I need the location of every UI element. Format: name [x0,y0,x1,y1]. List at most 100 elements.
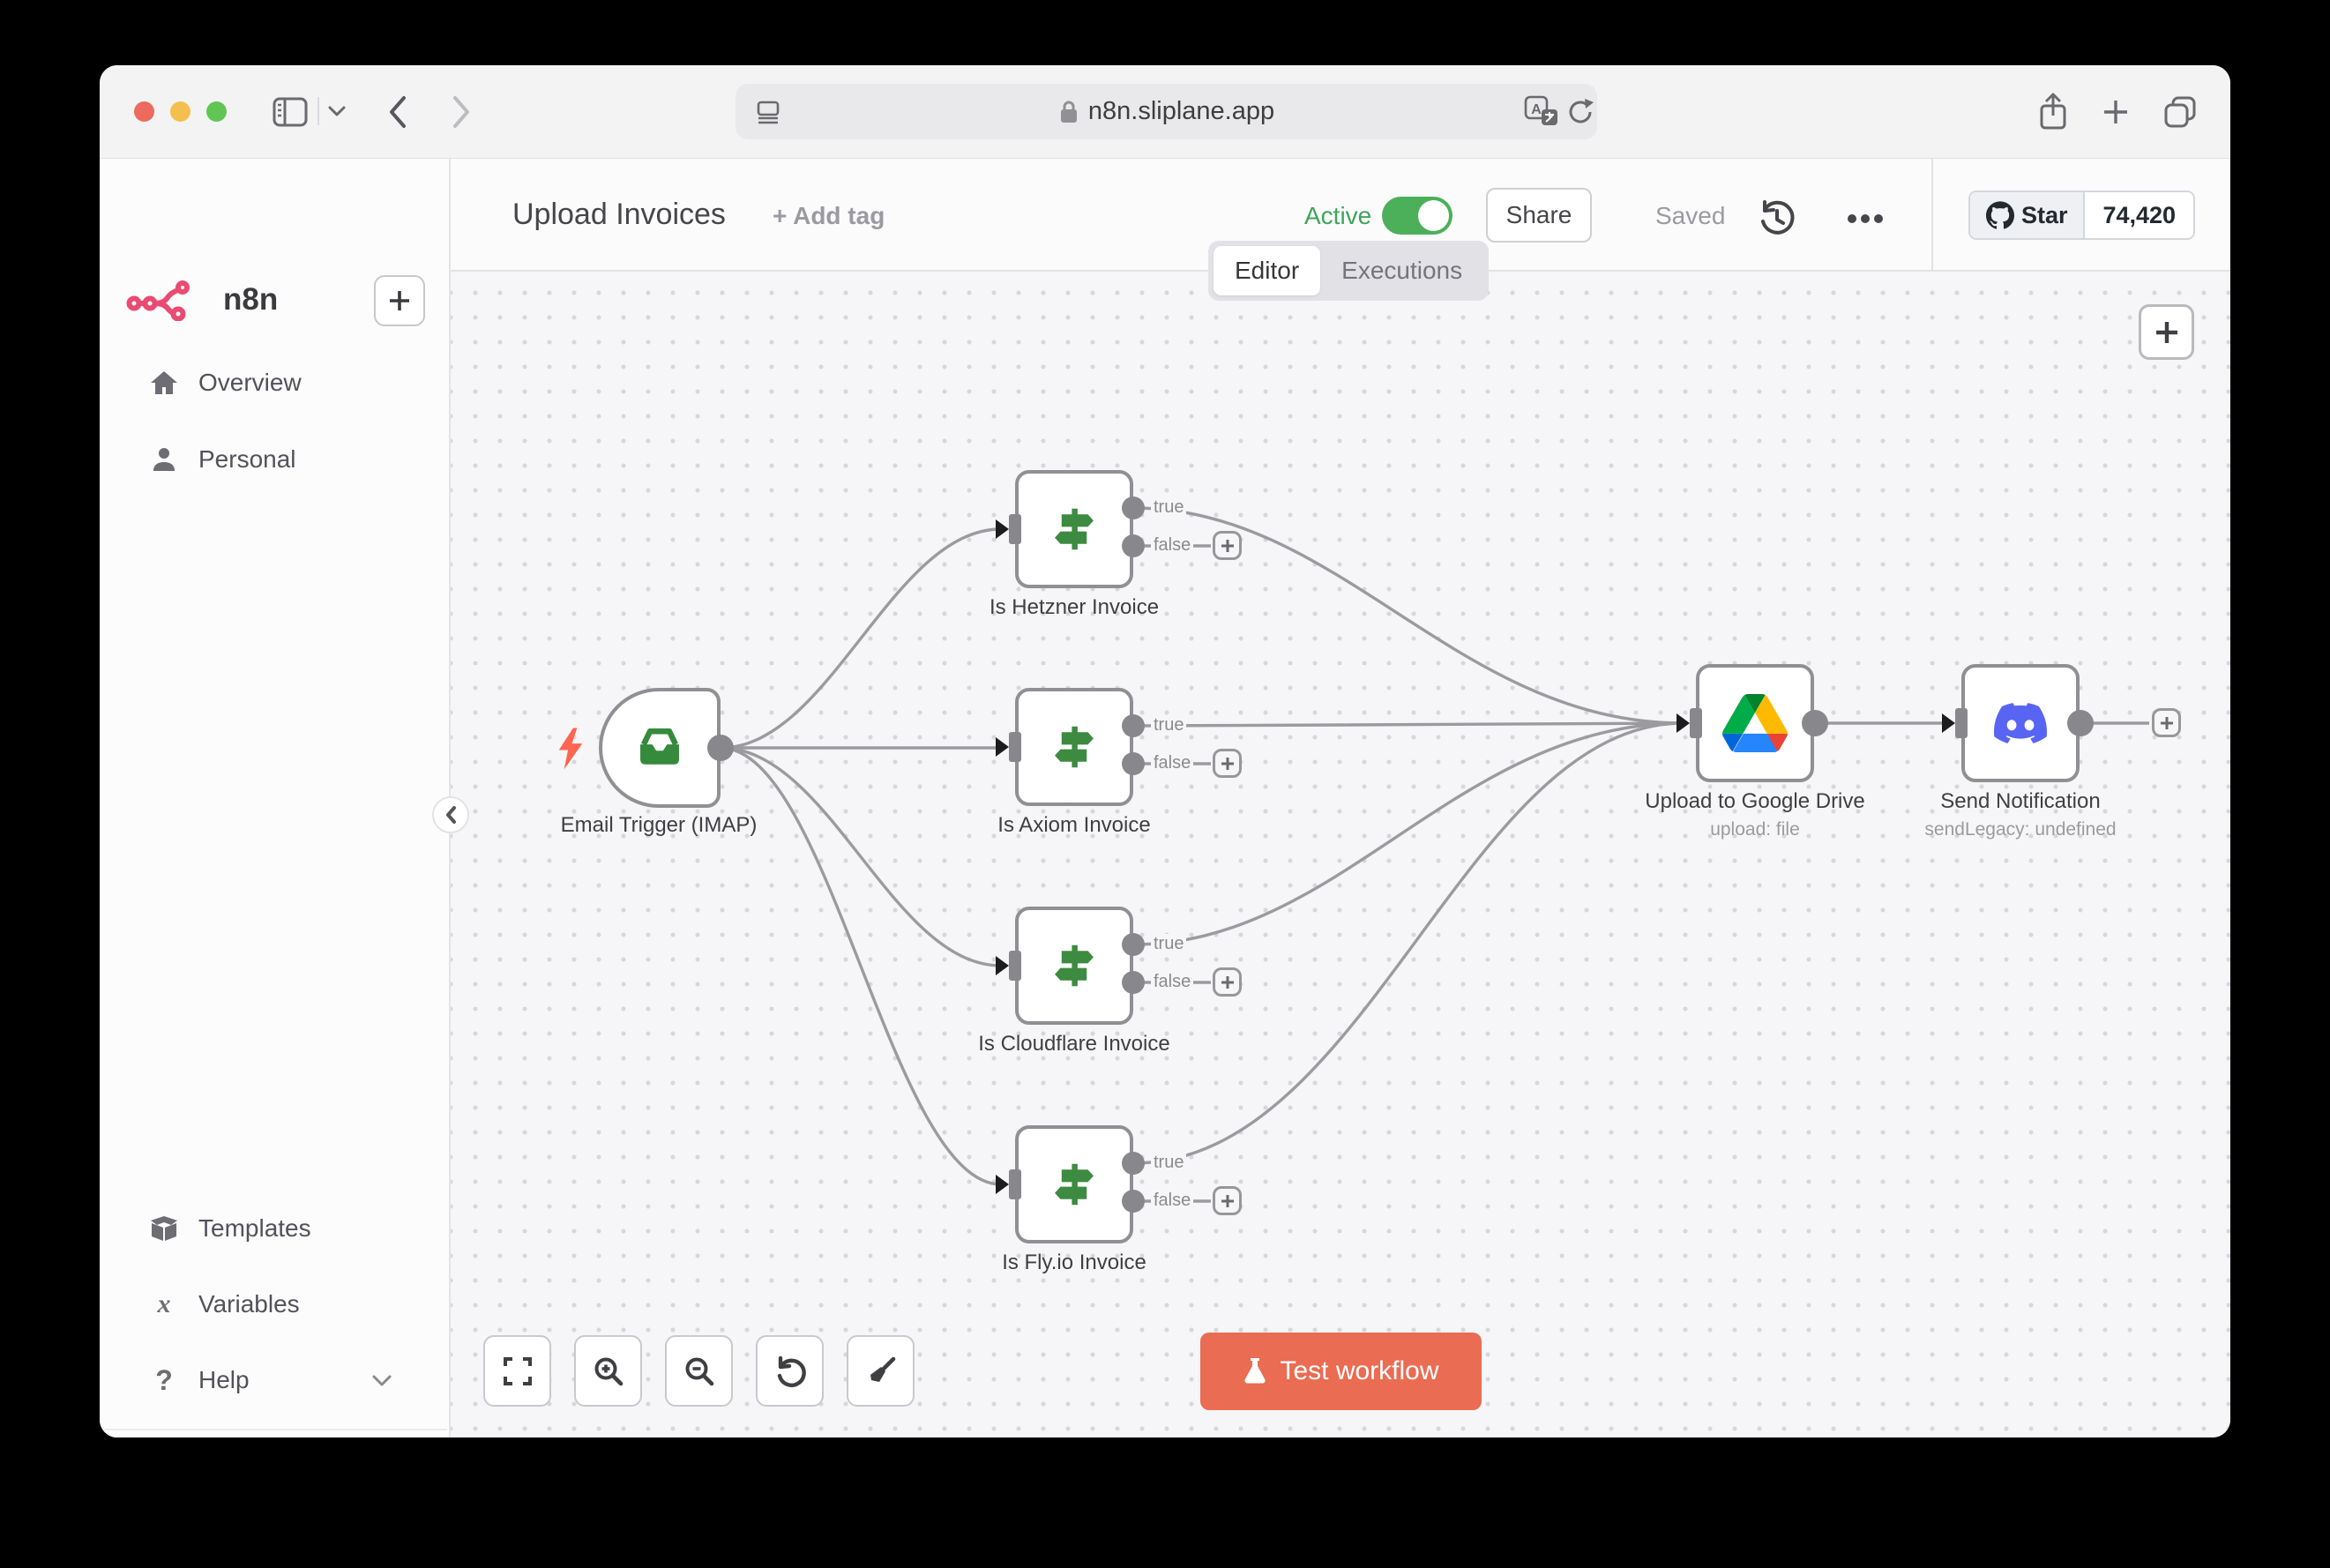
port-label-true: true [1151,497,1186,518]
share-up-icon [2038,93,2068,131]
share-label: Share [1506,201,1572,229]
brand-name: n8n [223,282,278,317]
sidebar-item-help[interactable]: ? Help [100,1352,449,1408]
workflow-menu-button[interactable] [1841,198,1890,239]
sidebar-item-templates[interactable]: Templates [100,1200,449,1257]
port-label-false: false [1151,753,1193,773]
back-button[interactable] [382,93,414,131]
sidebar-item-variables[interactable]: x Variables [100,1276,449,1333]
sidebar-item-overview[interactable]: Overview [100,355,449,411]
share-button[interactable]: Share [1486,188,1592,243]
add-tag-button[interactable]: + Add tag [773,202,885,230]
new-tab-button[interactable] [2096,93,2135,131]
plus-icon [2101,97,2131,127]
workflow-history-button[interactable] [1752,194,1802,243]
close-window-button[interactable] [134,101,154,122]
forward-button[interactable] [445,93,477,131]
add-node-button[interactable] [1213,749,1242,778]
variable-x-icon: x [149,1291,179,1318]
reset-zoom-button[interactable] [756,1335,824,1407]
plus-icon [1220,1193,1236,1209]
sidebar-item-personal[interactable]: Personal [100,431,449,488]
port-label-true: true [1151,715,1186,735]
flask-icon [1243,1357,1267,1385]
n8n-logo-icon [126,280,197,321]
port-label-true: true [1151,1153,1186,1173]
person-icon [149,446,179,473]
github-section: Star 74,420 [1931,159,2230,272]
svg-text:A: A [1531,102,1542,117]
add-node-button[interactable] [1213,531,1242,560]
star-count: 74,420 [2102,202,2176,229]
sidebar-item-label: Personal [198,445,296,474]
browser-toolbar: n8n.sliplane.app A [100,65,2230,159]
zoom-out-button[interactable] [665,1335,733,1407]
github-star-button[interactable]: Star [1970,192,2086,238]
chevron-right-icon [451,94,472,130]
sidebar-item-label: Help [198,1366,250,1394]
tab-overview-button[interactable] [2160,92,2200,132]
lock-icon [1058,99,1079,125]
zoom-to-fit-button[interactable] [483,1335,551,1407]
plus-icon [2159,715,2175,731]
maximize-window-button[interactable] [206,101,227,122]
node-label: Send Notification [1871,789,2170,814]
tabs-icon [2162,94,2198,130]
plus-icon [387,288,412,313]
chevron-left-icon [387,94,408,130]
plus-icon [1220,756,1236,772]
url-text: n8n.sliplane.app [1088,97,1274,126]
sidebar-toggle-icon [273,97,308,127]
sidebar-item-label: Templates [198,1214,311,1243]
user-menu[interactable]: JS Jonas Scholz [100,1430,447,1437]
test-workflow-button[interactable]: Test workflow [1200,1333,1482,1410]
sidebar-options-chevron[interactable] [325,102,349,120]
saved-status: Saved [1655,202,1725,230]
active-label: Active [1304,202,1371,230]
zoom-in-button[interactable] [574,1335,642,1407]
undo-icon [773,1355,807,1388]
add-node-button[interactable] [1213,1186,1242,1215]
browser-window: n8n.sliplane.app A [100,65,2230,1437]
plus-icon [1220,974,1236,990]
node-sublabel: upload: file [1605,819,1905,840]
ellipsis-icon [1846,213,1885,224]
question-mark-icon: ? [149,1366,179,1394]
node-label: Is Cloudflare Invoice [924,1032,1224,1057]
tab-executions[interactable]: Executions [1320,246,1483,295]
browser-sidebar-toggle-button[interactable] [271,93,310,131]
star-label: Star [2021,202,2068,229]
workflow-title[interactable]: Upload Invoices [512,198,726,232]
sidebar-item-label: Variables [198,1290,300,1318]
chevron-down-icon [327,105,347,117]
node-label: Upload to Google Drive [1605,789,1905,814]
zoom-in-icon [592,1355,625,1388]
svg-text:?: ? [155,1366,173,1394]
translate-button[interactable]: A [1522,94,1561,130]
toggle-knob [1418,200,1449,231]
minimize-window-button[interactable] [170,101,190,122]
tab-editor[interactable]: Editor [1214,246,1320,295]
app-sidebar: n8n Overview Personal [100,159,451,1437]
address-bar[interactable]: n8n.sliplane.app A [736,84,1597,139]
active-toggle[interactable] [1382,197,1453,235]
plus-icon [1220,538,1236,554]
add-workflow-button[interactable] [374,275,425,326]
zoom-out-icon [683,1355,716,1388]
fit-view-icon [501,1355,534,1388]
github-star-count[interactable]: 74,420 [2085,192,2193,238]
workflow-canvas[interactable]: true false true false true false true fa… [451,272,2230,1437]
canvas-add-node-button[interactable] [2139,304,2194,360]
add-node-button[interactable] [1213,967,1242,997]
sidebar-collapse-button[interactable] [432,796,469,833]
reload-button[interactable] [1565,95,1596,129]
chevron-down-icon [371,1374,392,1387]
node-sublabel: sendLegacy: undefined [1871,819,2170,840]
trigger-bolt-icon [555,727,586,771]
browser-share-button[interactable] [2033,91,2073,133]
sidebar-item-label: Overview [198,369,302,397]
tidy-up-button[interactable] [847,1335,915,1407]
home-icon [149,370,179,396]
chevron-left-icon [444,805,458,825]
add-node-button[interactable] [2152,708,2181,737]
